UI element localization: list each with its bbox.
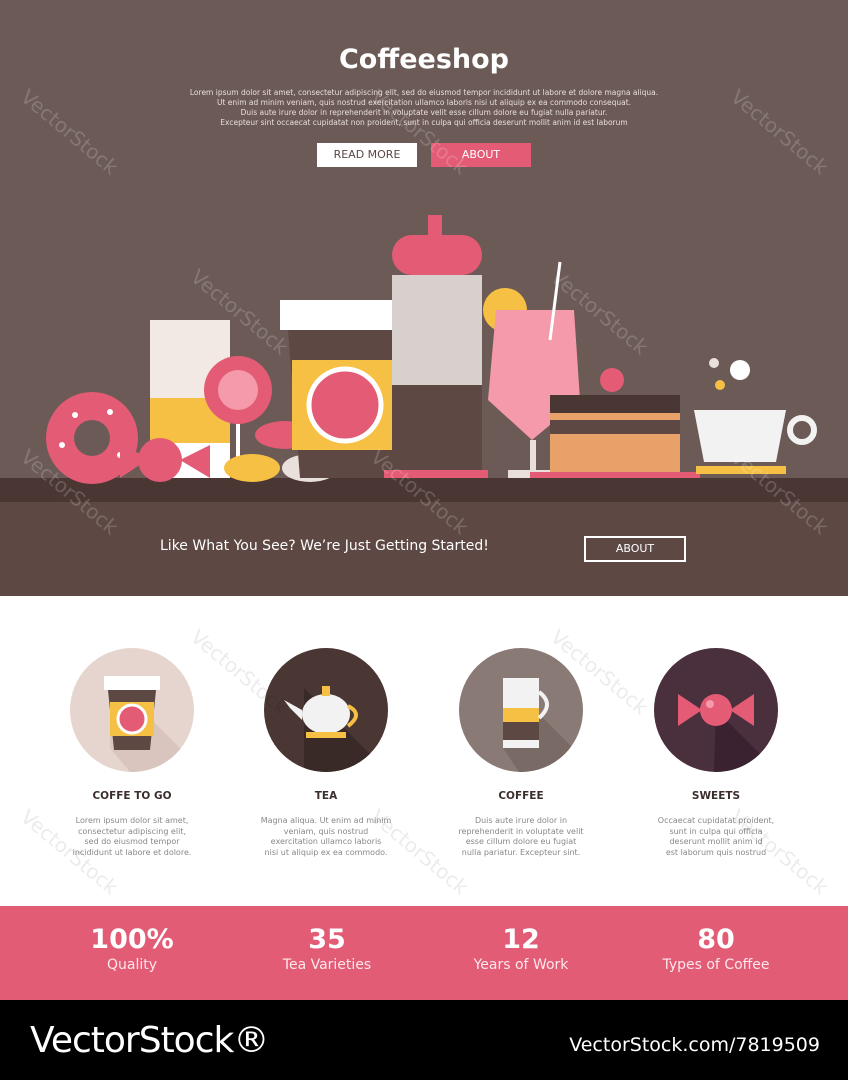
feature-desc-line: Lorem ipsum dolor sit amet, — [75, 816, 189, 825]
feature-coffee: COFFEE Duis aute irure dolor in reprehen… — [423, 648, 619, 858]
stat-quality: 100% Quality — [42, 924, 222, 974]
image-id: VectorStock.com/7819509 — [569, 1034, 820, 1056]
stat-label: Tea Varieties — [282, 957, 372, 973]
hero-text-line: Duis aute irure dolor in reprehenderit i… — [240, 108, 608, 117]
feature-title: COFFE TO GO — [92, 790, 172, 802]
feature-desc-line: est laborum quis nostrud — [665, 847, 767, 857]
coffee-cup-to-go-icon — [70, 648, 194, 772]
stat-tea-varieties: 35 Tea Varieties — [237, 924, 417, 974]
feature-description: Lorem ipsum dolor sit amet, consectetur … — [34, 816, 230, 858]
hero-section: Coffeeshop Lorem ipsum dolor sit amet, c… — [0, 0, 848, 486]
stat-number: 35 — [308, 924, 346, 955]
feature-title: SWEETS — [691, 790, 741, 802]
stat-years-of-work: 12 Years of Work — [431, 924, 611, 974]
hero-text-line: Ut enim ad minim veniam, quis nostrud ex… — [216, 98, 632, 107]
shelf-divider — [0, 486, 848, 502]
feature-desc-line: consectetur adipiscing elit, — [78, 826, 186, 836]
feature-tea: TEA Magna aliqua. Ut enim ad minim venia… — [228, 648, 424, 858]
feature-sweets: SWEETS Occaecat cupidatat proident, sunt… — [618, 648, 814, 858]
feature-title: COFFEE — [498, 790, 544, 802]
feature-title: TEA — [314, 790, 338, 802]
read-more-button[interactable]: READ MORE — [317, 143, 417, 167]
feature-desc-line: nisi ut aliquip ex ea commodo. — [264, 847, 388, 857]
feature-desc-line: deserunt mollit anim id — [669, 837, 763, 846]
stat-label: Types of Coffee — [662, 957, 770, 973]
hero-description: Lorem ipsum dolor sit amet, consectetur … — [160, 88, 688, 128]
feature-desc-line: sunt in culpa qui officia — [669, 826, 763, 836]
feature-desc-line: Magna aliqua. Ut enim ad minim — [260, 816, 392, 825]
latte-glass-icon — [459, 648, 583, 772]
feature-description: Magna aliqua. Ut enim ad minim veniam, q… — [228, 816, 424, 858]
features-section: COFFE TO GO Lorem ipsum dolor sit amet, … — [0, 596, 848, 906]
stat-number: 80 — [697, 924, 735, 955]
stat-types-of-coffee: 80 Types of Coffee — [626, 924, 806, 974]
stat-number: 100% — [90, 924, 174, 955]
feature-desc-line: exercitation ullamco laboris — [270, 837, 382, 846]
vectorstock-logo: VectorStock® — [30, 1020, 269, 1061]
page-title: Coffeeshop — [338, 44, 510, 75]
feature-desc-line: nulla pariatur. Excepteur sint. — [461, 847, 581, 857]
feature-desc-line: esse cillum dolore eu fugiat — [465, 837, 577, 846]
cta-about-button[interactable]: ABOUT — [584, 536, 686, 562]
stats-section: 100% Quality 35 Tea Varieties 12 Years o… — [0, 906, 848, 1000]
stat-label: Years of Work — [473, 957, 569, 973]
feature-desc-line: Duis aute irure dolor in — [474, 816, 568, 825]
candy-icon — [654, 648, 778, 772]
stat-number: 12 — [502, 924, 540, 955]
vectorstock-footer: VectorStock® VectorStock.com/7819509 — [0, 1000, 848, 1080]
feature-desc-line: veniam, quis nostrud — [283, 826, 369, 836]
feature-coffee-to-go: COFFE TO GO Lorem ipsum dolor sit amet, … — [34, 648, 230, 858]
about-button[interactable]: ABOUT — [431, 143, 531, 167]
teapot-icon — [264, 648, 388, 772]
cta-banner: Like What You See? We’re Just Getting St… — [0, 486, 848, 596]
hero-text-line: Excepteur sint occaecat cupidatat non pr… — [220, 118, 628, 127]
stat-label: Quality — [106, 957, 158, 973]
feature-desc-line: Occaecat cupidatat proident, — [657, 816, 775, 825]
hero-text-line: Lorem ipsum dolor sit amet, consectetur … — [189, 88, 659, 97]
feature-desc-line: reprehenderit in voluptate velit — [458, 826, 584, 836]
feature-desc-line: incididunt ut labore et dolore. — [72, 847, 192, 857]
feature-description: Occaecat cupidatat proident, sunt in cul… — [618, 816, 814, 858]
feature-description: Duis aute irure dolor in reprehenderit i… — [423, 816, 619, 858]
cta-text: Like What You See? We’re Just Getting St… — [160, 538, 489, 554]
feature-desc-line: sed do eiusmod tempor — [84, 837, 180, 846]
